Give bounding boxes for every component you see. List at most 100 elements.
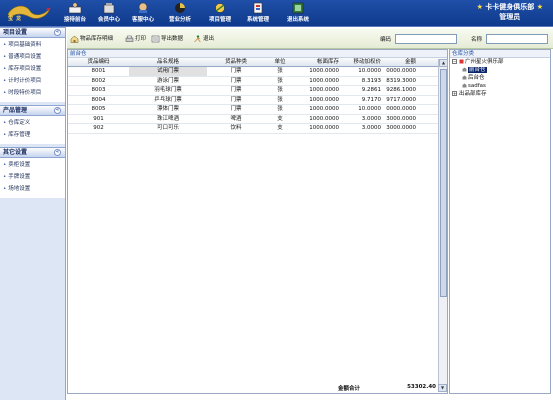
cell-amount: 0000.0000: [386, 68, 416, 74]
sidebar-item-wristband-settings[interactable]: • 手牌设置: [0, 171, 65, 183]
nav-member[interactable]: 会员中心: [94, 2, 124, 26]
sidebar-item-project-basic[interactable]: • 项目基础资料: [0, 39, 65, 51]
sidebar-section-other-settings[interactable]: 其它设置 «: [0, 147, 65, 158]
tree-node-sadfas[interactable]: sadfas: [450, 82, 550, 90]
bullet-icon: •: [3, 120, 7, 126]
col-header-stock[interactable]: 帐面库存: [295, 58, 339, 66]
user-role: 管理员: [499, 13, 521, 21]
cell-avg-cost: 9.7170: [361, 96, 381, 103]
table-row[interactable]: 8005 漂体门票 门票 张 1000.0000 10.0000 0000.0000: [68, 105, 447, 115]
grid-body: 8001 试用门票 门票张 1000.0000 10.0000 0000.0000 8002…: [68, 67, 447, 134]
col-header-amount[interactable]: 金额: [383, 58, 416, 66]
scroll-thumb[interactable]: [440, 69, 447, 297]
cell-amount: 8319.3000: [386, 77, 416, 84]
nav-system[interactable]: 系统管理: [242, 2, 274, 26]
cell-stock: 1000.0000: [309, 115, 339, 122]
bullet-icon: •: [3, 78, 7, 84]
sidebar-item-venue-settings[interactable]: • 场地设置: [0, 183, 65, 195]
cell-code: 8002: [91, 77, 106, 84]
collapse-icon[interactable]: «: [54, 149, 61, 156]
name-input[interactable]: [486, 34, 548, 44]
expand-toggle-icon[interactable]: +: [452, 91, 457, 96]
collapse-toggle-icon[interactable]: −: [452, 59, 457, 64]
total-label: 金额合计: [338, 386, 361, 392]
sidebar-item-normal-project[interactable]: • 普通项目设置: [0, 51, 65, 63]
bullet-icon: •: [3, 186, 7, 192]
sidebar-section-project-settings[interactable]: 项目设置 «: [0, 27, 65, 38]
exit-icon: [292, 2, 304, 14]
cell-avg-cost: 10.0000: [358, 106, 381, 112]
total-value: 53302.40: [407, 384, 436, 390]
nav-service[interactable]: 客服中心: [128, 2, 158, 26]
table-row[interactable]: 902 可口可乐 饮料 支 1000.0000 3.0000 3000.0000: [68, 124, 447, 134]
sidebar-item-timed-pricing[interactable]: • 计时计价项目: [0, 75, 65, 87]
nav-reception[interactable]: 接待前台: [60, 2, 90, 26]
collapse-icon[interactable]: «: [54, 107, 61, 114]
cell-unit: 张: [277, 106, 283, 112]
export-button[interactable]: 导出数据: [151, 34, 183, 44]
logo-text: 宝龙: [8, 16, 25, 22]
stock-detail-button[interactable]: 物品库存明细: [70, 34, 113, 44]
club-name: 卡卡健身俱乐部: [485, 3, 535, 11]
grid-header: 货品编码 品名规格 货品种类 单位 帐面库存 移动加权价 金额: [68, 58, 447, 67]
nav-exit[interactable]: 退出系统: [282, 2, 314, 26]
sidebar-item-stock-management[interactable]: • 库存管理: [0, 129, 65, 141]
sidebar-item-period-special[interactable]: • 时段特价项目: [0, 87, 65, 99]
cell-name: 羽毛球门票: [154, 87, 182, 93]
sidebar-item-stock-project[interactable]: • 库存项目设置: [0, 63, 65, 75]
service-icon: [138, 2, 148, 13]
bullet-icon: •: [3, 42, 7, 48]
sidebar-item-locker-settings[interactable]: • 卖柜设置: [0, 159, 65, 171]
warehouse-icon: [462, 83, 467, 88]
total-footer: 金额合计 53302.40: [68, 384, 438, 392]
dragon-logo: 宝龙: [4, 2, 56, 24]
cell-stock: 1000.0000: [309, 68, 339, 74]
cell-amount: 3000.0000: [386, 125, 416, 131]
exit-run-icon: [194, 34, 201, 42]
tree-node-output-stock[interactable]: + 出品部库存: [450, 90, 550, 98]
tree-node-back-warehouse[interactable]: 后台仓: [450, 74, 550, 82]
table-row[interactable]: 901 珠江啤酒 啤酒 支 1000.0000 3.0000 3000.0000: [68, 115, 447, 124]
bullet-icon: •: [3, 54, 7, 60]
scroll-down-icon[interactable]: ▼: [438, 384, 447, 392]
sidebar-section-product-management[interactable]: 产品管理 «: [0, 105, 65, 116]
sidebar: 项目设置 « • 项目基础资料 • 普通项目设置 • 库存项目设置 • 计时计价项目 •…: [0, 27, 66, 400]
tree-node-front-warehouse[interactable]: 前台仓: [450, 66, 550, 74]
table-row[interactable]: 8004 乒乓球门票 门票 张 1000.0000 9.7170 9717.0000: [68, 96, 447, 105]
scroll-up-icon[interactable]: ▲: [439, 59, 448, 67]
col-header-code[interactable]: 货品编码: [68, 58, 129, 66]
member-icon: [103, 3, 115, 14]
table-row[interactable]: 8002 游泳门票 门票 张 1000.0000 8.3193 8319.3000: [68, 77, 447, 86]
cell-name: 游泳门票: [156, 77, 179, 84]
cell-code: 8004: [91, 96, 106, 103]
cell-category: 饮料: [230, 125, 242, 131]
table-row[interactable]: 8003 羽毛球门票 门票 张 1000.0000 9.2861 9286.1000: [68, 86, 447, 96]
table-row[interactable]: 8001 试用门票 门票 张 1000.0000 10.0000 0000.0000: [68, 67, 447, 77]
nav-project[interactable]: 项目管理: [204, 2, 236, 26]
col-header-avg-cost[interactable]: 移动加权价: [339, 58, 383, 66]
exit-button[interactable]: 退出: [193, 34, 214, 44]
bullet-icon: •: [3, 66, 7, 72]
col-header-category[interactable]: 货品种类: [207, 58, 265, 66]
cell-code: 8003: [91, 87, 106, 93]
cell-category: 门票: [230, 87, 242, 93]
print-button[interactable]: 打印: [125, 34, 146, 44]
nav-analysis[interactable]: 营业分析: [164, 2, 196, 26]
top-navigation-bar: 宝龙 接待前台 会员中心 客服中心 营业分析 项目管理 系统管理 退出系统 ★ …: [0, 0, 553, 27]
cell-avg-cost: 9.2861: [361, 87, 381, 93]
warehouse-icon: [462, 75, 467, 80]
collapse-icon[interactable]: «: [54, 29, 61, 36]
cell-amount: 9717.0000: [386, 96, 416, 103]
col-header-unit[interactable]: 单位: [265, 58, 295, 66]
cell-stock: 1000.0000: [309, 87, 339, 93]
code-input[interactable]: [395, 34, 457, 44]
cell-code: 901: [93, 115, 104, 122]
col-header-name[interactable]: 品名规格: [129, 58, 207, 66]
sidebar-item-warehouse-define[interactable]: • 仓库定义: [0, 117, 65, 129]
cell-name: 乒乓球门票: [154, 96, 182, 103]
vertical-scrollbar[interactable]: ▲ ▼: [438, 59, 448, 392]
system-icon: [253, 2, 263, 14]
tree-node-root[interactable]: − 广州星火俱乐部: [450, 58, 550, 66]
cell-category: 门票: [230, 77, 242, 84]
inventory-grid-panel: 前台仓 货品编码 品名规格 货品种类 单位 帐面库存 移动加权价 金额 8001…: [67, 49, 448, 394]
